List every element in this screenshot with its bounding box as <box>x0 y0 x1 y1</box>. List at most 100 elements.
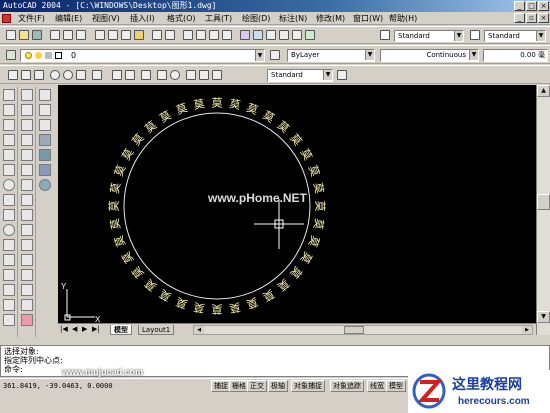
explode-icon[interactable] <box>21 314 33 326</box>
copy-object-icon[interactable] <box>21 104 33 116</box>
array-icon[interactable] <box>21 149 33 161</box>
wedge-icon[interactable] <box>39 104 51 116</box>
stretch-icon[interactable] <box>21 209 33 221</box>
undo-icon[interactable] <box>152 30 162 40</box>
break-icon[interactable] <box>21 254 33 266</box>
tolerance-icon[interactable] <box>157 70 167 80</box>
menu-modify[interactable]: 修改(M) <box>314 12 347 25</box>
lineweight-select[interactable]: 0.00 毫 <box>483 49 548 62</box>
minimize-button[interactable]: _ <box>514 1 525 11</box>
menu-view[interactable]: 视图(V) <box>90 12 122 25</box>
snap-toggle[interactable]: 捕捉 <box>211 380 231 392</box>
continue-dim-icon[interactable] <box>125 70 135 80</box>
erase-icon[interactable] <box>21 89 33 101</box>
sphere-icon[interactable] <box>39 179 51 191</box>
chevron-down-icon[interactable]: ▼ <box>323 70 332 80</box>
tool-palettes-icon[interactable] <box>266 30 276 40</box>
ellipse-arc-icon[interactable] <box>3 239 15 251</box>
polar-toggle[interactable]: 极轴 <box>268 380 288 392</box>
region-icon[interactable] <box>3 314 15 326</box>
dbconnect-icon[interactable] <box>279 30 289 40</box>
scroll-left-icon[interactable]: ◀ <box>194 326 204 334</box>
scroll-right-icon[interactable]: ▶ <box>522 326 532 334</box>
make-block-icon[interactable] <box>3 269 15 281</box>
mirror-icon[interactable] <box>21 119 33 131</box>
scroll-thumb[interactable] <box>537 194 550 210</box>
fillet-icon[interactable] <box>21 299 33 311</box>
pyramid-icon[interactable] <box>39 164 51 176</box>
menu-window[interactable]: 窗口(W) <box>351 12 385 25</box>
chevron-down-icon[interactable]: ▼ <box>255 50 264 61</box>
grid-toggle[interactable]: 栅格 <box>229 380 249 392</box>
quick-dim-icon[interactable] <box>92 70 102 80</box>
preview-icon[interactable] <box>63 30 73 40</box>
diameter-dim-icon[interactable] <box>63 70 73 80</box>
baseline-dim-icon[interactable] <box>112 70 122 80</box>
tab-next-icon[interactable]: ▶ <box>82 325 87 333</box>
publish-icon[interactable] <box>76 30 86 40</box>
menu-help[interactable]: 帮助(H) <box>387 12 419 25</box>
dim-edit-icon[interactable] <box>186 70 196 80</box>
menu-dimension[interactable]: 标注(N) <box>277 12 309 25</box>
scroll-down-icon[interactable]: ▼ <box>537 311 550 323</box>
dim-style-select[interactable]: Standard ▼ <box>484 30 546 42</box>
leader-icon[interactable] <box>141 70 151 80</box>
doc-close-button[interactable]: × <box>538 13 549 23</box>
ellipse-icon[interactable] <box>3 224 15 236</box>
drawing-canvas[interactable]: 莫莫莫莫莫莫莫莫莫莫莫莫莫莫莫莫莫莫莫莫莫莫莫莫莫莫莫莫莫莫莫莫莫莫莫莫 www… <box>58 85 536 324</box>
offset-icon[interactable] <box>21 134 33 146</box>
lineweight-toggle[interactable]: 线宽 <box>367 380 387 392</box>
join-icon[interactable] <box>21 269 33 281</box>
paste-icon[interactable] <box>121 30 131 40</box>
chevron-down-icon[interactable]: ▼ <box>454 31 463 41</box>
zoom-realtime-icon[interactable] <box>196 30 206 40</box>
extend-icon[interactable] <box>21 239 33 251</box>
menu-draw[interactable]: 绘图(D) <box>240 12 272 25</box>
polyline-icon[interactable] <box>3 119 15 131</box>
menu-format[interactable]: 格式(O) <box>165 12 198 25</box>
revision-cloud-icon[interactable] <box>3 194 15 206</box>
center-mark-icon[interactable] <box>170 70 180 80</box>
layer-manager-icon[interactable] <box>6 50 16 60</box>
rectangle-icon[interactable] <box>3 149 15 161</box>
radius-dim-icon[interactable] <box>50 70 60 80</box>
arc-icon[interactable] <box>3 164 15 176</box>
open-icon[interactable] <box>19 30 29 40</box>
properties-icon[interactable] <box>240 30 250 40</box>
help-icon[interactable] <box>305 30 315 40</box>
dim-style-manager-icon[interactable] <box>337 70 347 80</box>
dim-text-edit-icon[interactable] <box>199 70 209 80</box>
doc-restore-button[interactable]: ▫ <box>526 13 537 23</box>
horizontal-scrollbar[interactable]: ◀ ▶ <box>193 325 533 335</box>
hscroll-thumb[interactable] <box>344 326 364 334</box>
scroll-up-icon[interactable]: ▲ <box>537 85 550 97</box>
line-icon[interactable] <box>3 89 15 101</box>
construction-line-icon[interactable] <box>3 104 15 116</box>
chevron-down-icon[interactable]: ▼ <box>536 31 545 41</box>
doc-minimize-button[interactable]: _ <box>514 13 525 23</box>
markup-icon[interactable] <box>292 30 302 40</box>
otrack-toggle[interactable]: 对象追踪 <box>330 380 364 392</box>
menu-file[interactable]: 文件(F) <box>16 12 47 25</box>
linetype-select[interactable]: Continuous ▼ <box>380 49 479 62</box>
linear-dim-icon[interactable] <box>8 70 18 80</box>
dim-update-icon[interactable] <box>212 70 222 80</box>
text-style-select[interactable]: Standard ▼ <box>394 30 464 42</box>
make-current-icon[interactable] <box>270 50 280 60</box>
tab-model[interactable]: 模型 <box>110 325 132 335</box>
aligned-dim-icon[interactable] <box>21 70 31 80</box>
redo-icon[interactable] <box>165 30 175 40</box>
ordinate-dim-icon[interactable] <box>34 70 44 80</box>
polygon-icon[interactable] <box>3 134 15 146</box>
match-properties-icon[interactable] <box>134 30 144 40</box>
zoom-window-icon[interactable] <box>209 30 219 40</box>
insert-block-icon[interactable] <box>3 254 15 266</box>
hatch-icon[interactable] <box>3 299 15 311</box>
move-icon[interactable] <box>21 164 33 176</box>
box-icon[interactable] <box>39 89 51 101</box>
tab-last-icon[interactable]: ▶| <box>92 325 100 333</box>
cylinder-icon[interactable] <box>39 149 51 161</box>
chevron-down-icon[interactable]: ▼ <box>469 50 478 60</box>
tab-first-icon[interactable]: |◀ <box>60 325 68 333</box>
cube-icon[interactable] <box>39 119 51 131</box>
